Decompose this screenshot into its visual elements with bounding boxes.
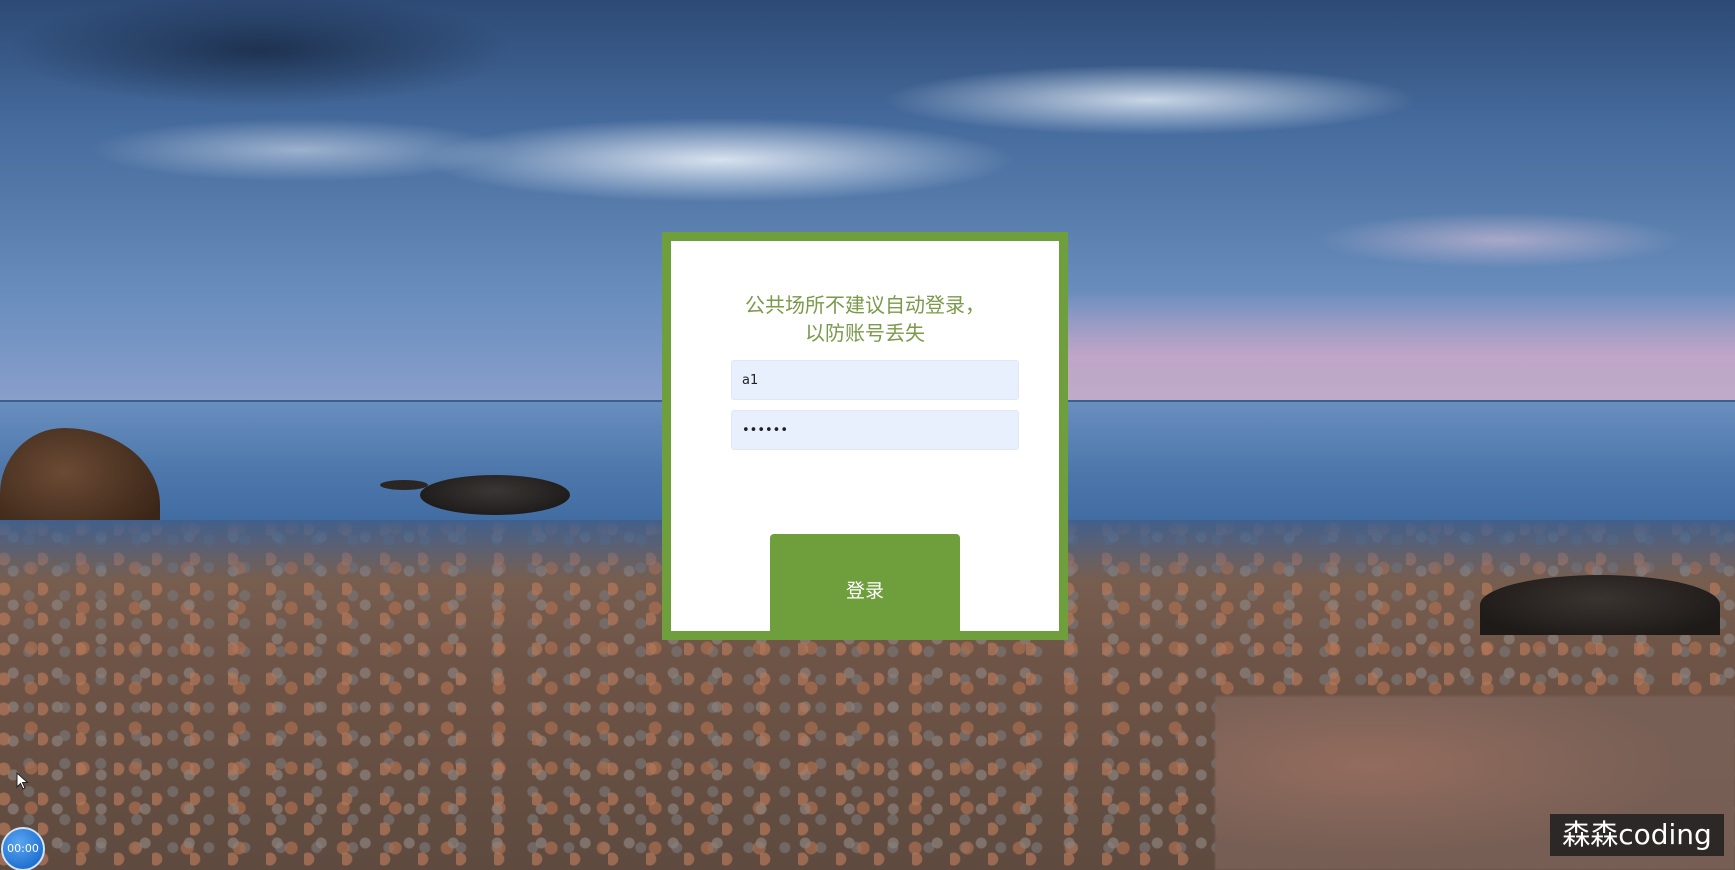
background-rock-islet (420, 475, 570, 515)
login-notice: 公共场所不建议自动登录， 以防账号丢失 (671, 291, 1059, 347)
recording-timer-badge: 00:00 (1, 827, 45, 870)
login-notice-line2: 以防账号丢失 (805, 321, 925, 345)
login-form: 公共场所不建议自动登录， 以防账号丢失 登录 (671, 241, 1059, 631)
login-notice-line1: 公共场所不建议自动登录， (745, 293, 985, 317)
background-rock-islet-small (380, 480, 428, 490)
username-input[interactable] (731, 360, 1019, 400)
background-sky-glow (1060, 290, 1735, 400)
password-input[interactable] (731, 410, 1019, 450)
mouse-pointer-icon (16, 771, 30, 790)
background-rock-right (1480, 575, 1720, 635)
login-card: 公共场所不建议自动登录， 以防账号丢失 登录 (662, 232, 1068, 640)
login-button[interactable]: 登录 (770, 534, 960, 631)
watermark: 森森coding (1550, 814, 1724, 856)
login-page: 公共场所不建议自动登录， 以防账号丢失 登录 00:00 森森coding (0, 0, 1735, 870)
